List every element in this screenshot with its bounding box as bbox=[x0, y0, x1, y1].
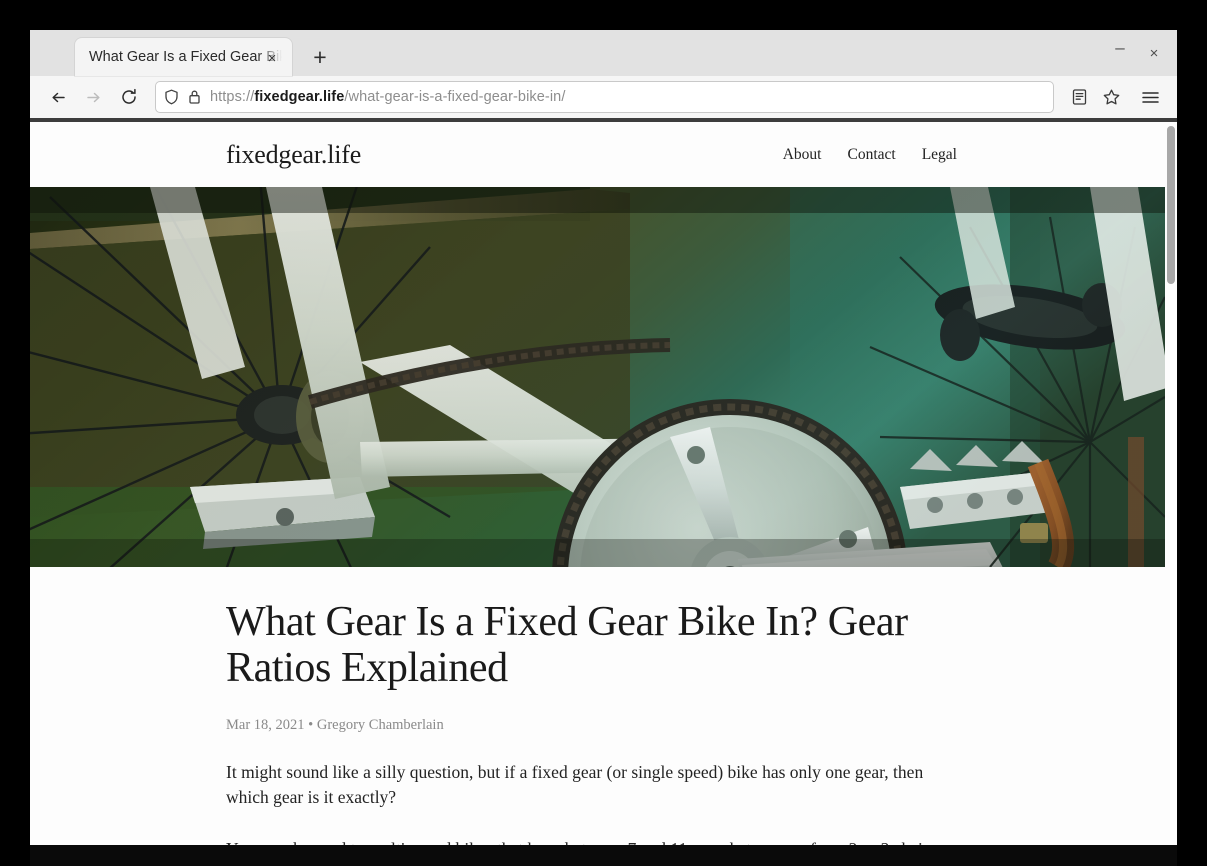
forward-button[interactable] bbox=[77, 81, 110, 114]
reader-view-icon[interactable] bbox=[1064, 82, 1094, 112]
page-scrollbar-track[interactable] bbox=[1165, 122, 1177, 845]
bookmark-star-icon[interactable] bbox=[1096, 82, 1126, 112]
tab-bar: What Gear Is a Fixed Gear Bike In? Gear … bbox=[30, 30, 1177, 76]
browser-window: What Gear Is a Fixed Gear Bike In? Gear … bbox=[30, 30, 1177, 845]
article: What Gear Is a Fixed Gear Bike In? Gear … bbox=[30, 567, 1165, 845]
reload-button[interactable] bbox=[112, 81, 145, 114]
hero-image bbox=[30, 187, 1165, 567]
browser-toolbar: https://fixedgear.life/what-gear-is-a-fi… bbox=[30, 76, 1177, 122]
minimize-button[interactable]: – bbox=[1105, 38, 1135, 68]
url-text[interactable]: https://fixedgear.life/what-gear-is-a-fi… bbox=[210, 89, 1045, 105]
article-meta: Mar 18, 2021 • Gregory Chamberlain bbox=[226, 716, 444, 733]
window-bottom-shadow bbox=[30, 845, 1177, 866]
article-paragraph: It might sound like a silly question, bu… bbox=[226, 761, 924, 808]
web-page: fixedgear.life About Contact Legal What … bbox=[30, 122, 1165, 845]
article-paragraph: You may be used to multi-speed bikes tha… bbox=[226, 837, 954, 845]
back-button[interactable] bbox=[42, 81, 75, 114]
new-tab-button[interactable]: + bbox=[304, 41, 336, 73]
page-title: What Gear Is a Fixed Gear Bike In? Gear … bbox=[226, 599, 908, 691]
site-header: fixedgear.life About Contact Legal bbox=[30, 122, 1165, 187]
hero-bicycle-illustration bbox=[30, 187, 1165, 567]
nav-link-about[interactable]: About bbox=[783, 146, 822, 164]
window-controls: – × bbox=[1105, 30, 1169, 76]
site-navigation: About Contact Legal bbox=[783, 146, 957, 164]
hamburger-menu-icon[interactable] bbox=[1135, 82, 1165, 112]
shield-icon[interactable] bbox=[164, 89, 179, 105]
tab-title: What Gear Is a Fixed Gear Bike In? Gear … bbox=[89, 49, 284, 65]
lock-icon[interactable] bbox=[188, 89, 201, 105]
window-close-button[interactable]: × bbox=[1139, 38, 1169, 68]
nav-link-contact[interactable]: Contact bbox=[847, 146, 895, 164]
toolbar-right-icons bbox=[1064, 82, 1165, 112]
site-logo[interactable]: fixedgear.life bbox=[226, 140, 361, 170]
browser-tab[interactable]: What Gear Is a Fixed Gear Bike In? Gear … bbox=[75, 38, 292, 76]
page-viewport: fixedgear.life About Contact Legal What … bbox=[30, 122, 1177, 845]
page-scrollbar-thumb[interactable] bbox=[1167, 126, 1175, 284]
url-bar[interactable]: https://fixedgear.life/what-gear-is-a-fi… bbox=[155, 81, 1054, 113]
tab-close-icon[interactable]: × bbox=[261, 47, 283, 69]
nav-link-legal[interactable]: Legal bbox=[922, 146, 957, 164]
